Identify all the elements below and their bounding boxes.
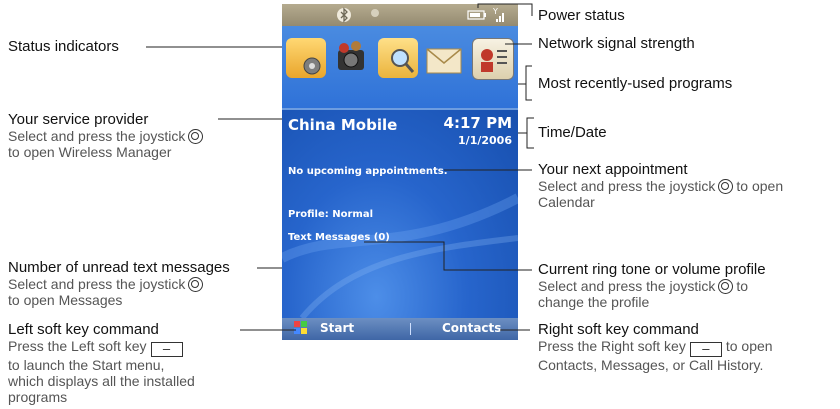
callout-desc: Press the Left soft key — [8, 338, 147, 354]
callout-title: Time/Date — [538, 124, 607, 141]
callout-title: Current ring tone or volume profile — [538, 261, 766, 278]
callout-network-signal: Network signal strength — [538, 36, 695, 52]
callout-title: Most recently-used programs — [538, 75, 733, 92]
softkey-icon: – — [689, 342, 722, 357]
callout-desc: Select and press the joystick — [8, 128, 186, 144]
callout-desc: programs — [8, 389, 68, 405]
callout-desc: to open — [736, 178, 784, 194]
callout-left-soft-key: Left soft key command Press the Left sof… — [8, 321, 195, 406]
callout-desc: to — [736, 278, 749, 294]
joystick-icon — [718, 179, 734, 194]
callout-next-appointment: Your next appointment Select and press t… — [538, 161, 784, 211]
callout-desc: Calendar — [538, 194, 595, 210]
callout-time-date: Time/Date — [538, 125, 607, 141]
callout-right-soft-key: Right soft key command Press the Right s… — [538, 321, 773, 374]
callout-desc: which displays all the installed — [8, 373, 195, 389]
callout-title: Status indicators — [8, 38, 119, 55]
softkey-icon: – — [150, 342, 183, 357]
callout-desc: change the profile — [538, 294, 650, 310]
callout-title: Your service provider — [8, 111, 149, 128]
callout-unread-messages: Number of unread text messages Select an… — [8, 259, 230, 309]
callout-desc: Select and press the joystick — [8, 276, 186, 292]
callout-title: Number of unread text messages — [8, 259, 230, 276]
callout-title: Your next appointment — [538, 161, 688, 178]
joystick-icon — [718, 279, 734, 294]
callout-desc: Press the Right soft key — [538, 338, 686, 354]
callout-title: Left soft key command — [8, 321, 159, 338]
callout-desc: Contacts, Messages, or Call History. — [538, 357, 764, 373]
callout-desc: to open — [725, 338, 773, 354]
joystick-icon — [188, 129, 204, 144]
callout-ring-tone-profile: Current ring tone or volume profile Sele… — [538, 261, 766, 311]
callout-recent-programs: Most recently-used programs — [538, 76, 732, 92]
callout-desc: Select and press the joystick — [538, 278, 716, 294]
callout-desc: to open Messages — [8, 292, 123, 308]
callout-title: Power status — [538, 7, 625, 24]
callout-status-indicators: Status indicators — [8, 39, 119, 55]
callout-title: Network signal strength — [538, 35, 695, 52]
callout-desc: to launch the Start menu, — [8, 357, 165, 373]
joystick-icon — [188, 277, 204, 292]
callout-desc: to open Wireless Manager — [8, 144, 172, 160]
callout-power-status: Power status — [538, 8, 625, 24]
callout-title: Right soft key command — [538, 321, 699, 338]
callout-service-provider: Your service provider Select and press t… — [8, 112, 206, 160]
callout-desc: Select and press the joystick — [538, 178, 716, 194]
